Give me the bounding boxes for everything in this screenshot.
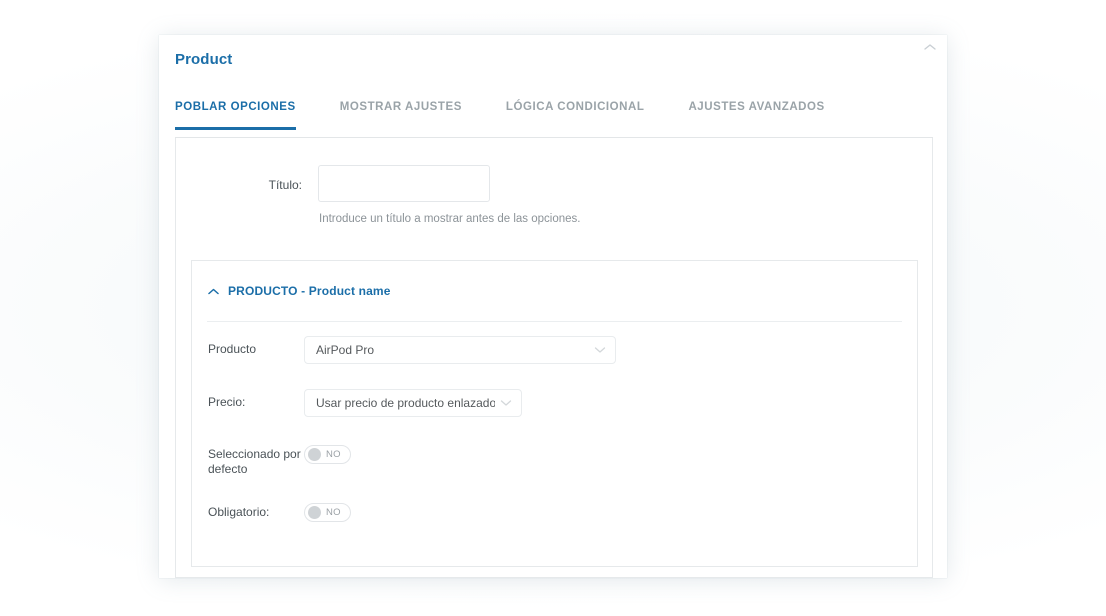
chevron-down-icon	[589, 346, 615, 354]
accordion-title: PRODUCTO - Product name	[228, 284, 391, 298]
precio-label: Precio:	[208, 395, 246, 409]
accordion-divider	[207, 321, 902, 322]
page-title: Product	[175, 51, 233, 68]
toggle-knob-icon	[308, 448, 321, 461]
titulo-field-row: Título: Introduce un título a mostrar an…	[176, 165, 932, 225]
tab-bar: POBLAR OPCIONES MOSTRAR AJUSTES LÓGICA C…	[175, 101, 933, 138]
tab-ajustes-avanzados[interactable]: AJUSTES AVANZADOS	[688, 101, 824, 130]
tab-panel-poblar-opciones: Título: Introduce un título a mostrar an…	[175, 138, 933, 578]
chevron-up-icon[interactable]	[922, 39, 938, 55]
tab-logica-condicional[interactable]: LÓGICA CONDICIONAL	[506, 101, 645, 130]
seleccionado-label: Seleccionado por defecto	[208, 447, 301, 476]
chevron-up-icon	[207, 285, 219, 297]
obligatorio-toggle-state: NO	[326, 507, 341, 518]
seleccionado-field-row: Seleccionado por defecto NO	[192, 445, 917, 477]
tab-poblar-opciones[interactable]: POBLAR OPCIONES	[175, 101, 296, 130]
obligatorio-label: Obligatorio:	[208, 505, 270, 519]
producto-select-value: AirPod Pro	[316, 343, 375, 357]
seleccionado-toggle-state: NO	[326, 449, 341, 460]
titulo-helper-text: Introduce un título a mostrar antes de l…	[319, 213, 581, 225]
seleccionado-toggle[interactable]: NO	[304, 445, 351, 464]
titulo-input[interactable]	[318, 165, 490, 202]
toggle-knob-icon	[308, 506, 321, 519]
product-panel: Product POBLAR OPCIONES MOSTRAR AJUSTES …	[159, 35, 947, 578]
obligatorio-toggle[interactable]: NO	[304, 503, 351, 522]
precio-field-row: Precio: Usar precio de producto enlazado	[192, 389, 917, 417]
tab-mostrar-ajustes[interactable]: MOSTRAR AJUSTES	[340, 101, 462, 130]
producto-field-row: Producto AirPod Pro	[192, 336, 917, 364]
chevron-down-icon	[495, 399, 521, 407]
producto-label: Producto	[208, 342, 257, 356]
accordion-header-producto[interactable]: PRODUCTO - Product name	[192, 261, 917, 298]
precio-select[interactable]: Usar precio de producto enlazado	[304, 389, 522, 417]
precio-select-value: Usar precio de producto enlazado	[316, 396, 495, 410]
producto-accordion-card: PRODUCTO - Product name Producto AirPod …	[191, 260, 918, 567]
accordion-body: Producto AirPod Pro Precio: Usar precio …	[192, 336, 917, 522]
producto-select[interactable]: AirPod Pro	[304, 336, 616, 364]
titulo-label: Título:	[268, 178, 302, 192]
obligatorio-field-row: Obligatorio: NO	[192, 503, 917, 522]
